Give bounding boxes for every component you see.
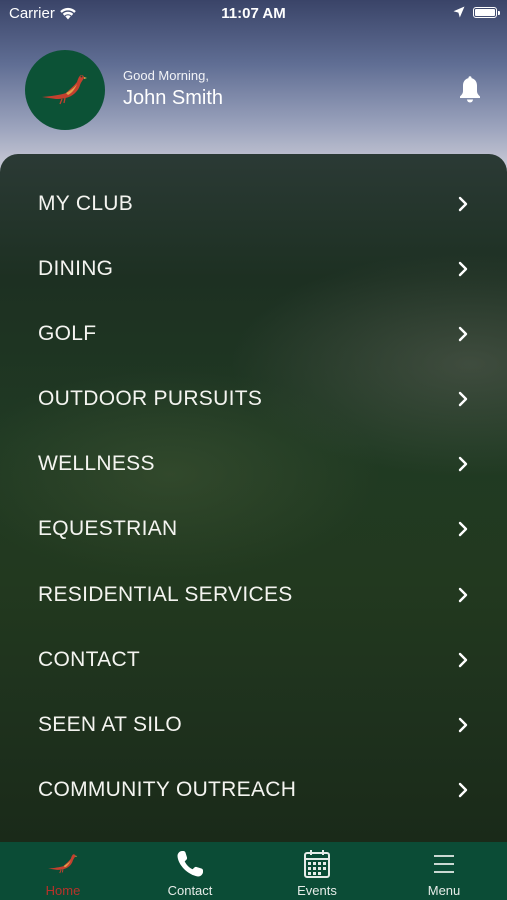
calendar-icon bbox=[304, 850, 330, 878]
menu-panel: MY CLUB DINING GOLF OUTDOOR PURSUITS WEL… bbox=[0, 154, 507, 842]
menu-item-label: MY CLUB bbox=[38, 192, 134, 215]
menu-item-seen-at-silo[interactable]: SEEN AT SILO bbox=[0, 693, 507, 757]
tab-events[interactable]: Events bbox=[254, 842, 380, 900]
location-arrow-icon bbox=[453, 6, 465, 18]
battery-icon bbox=[473, 6, 500, 18]
menu-item-label: RESIDENTIAL SERVICES bbox=[38, 583, 293, 606]
menu-item-community-outreach[interactable]: COMMUNITY OUTREACH bbox=[0, 758, 507, 822]
chevron-right-icon bbox=[458, 261, 468, 277]
menu-item-equestrian[interactable]: EQUESTRIAN bbox=[0, 497, 507, 561]
chevron-right-icon bbox=[458, 587, 468, 603]
menu-item-label: EQUESTRIAN bbox=[38, 517, 178, 540]
chevron-right-icon bbox=[458, 652, 468, 668]
status-right-indicators bbox=[453, 6, 500, 18]
menu-item-outdoor-pursuits[interactable]: OUTDOOR PURSUITS bbox=[0, 367, 507, 431]
pheasant-logo-icon bbox=[42, 75, 87, 105]
chevron-right-icon bbox=[458, 326, 468, 342]
avatar[interactable] bbox=[25, 50, 105, 130]
menu-item-label: GOLF bbox=[38, 322, 97, 345]
tab-events-label: Events bbox=[297, 883, 337, 898]
bell-icon[interactable] bbox=[457, 76, 483, 104]
greeting-text: Good Morning, bbox=[123, 68, 209, 83]
tab-menu[interactable]: Menu bbox=[381, 842, 507, 900]
chevron-right-icon bbox=[458, 717, 468, 733]
hamburger-icon bbox=[434, 855, 454, 873]
chevron-right-icon bbox=[458, 196, 468, 212]
menu-item-label: CONTACT bbox=[38, 648, 141, 671]
menu-item-label: COMMUNITY OUTREACH bbox=[38, 778, 297, 801]
menu-item-residential-services[interactable]: RESIDENTIAL SERVICES bbox=[0, 563, 507, 627]
menu-item-label: SEEN AT SILO bbox=[38, 713, 183, 736]
status-time: 11:07 AM bbox=[221, 5, 286, 22]
menu-item-contact[interactable]: CONTACT bbox=[0, 628, 507, 692]
tab-contact-label: Contact bbox=[167, 883, 213, 898]
menu-item-label: DINING bbox=[38, 257, 114, 280]
tab-home-label: Home bbox=[45, 883, 81, 898]
pheasant-icon bbox=[48, 854, 78, 874]
tab-bar: Home Contact Events Menu bbox=[0, 842, 507, 900]
user-name: John Smith bbox=[123, 87, 224, 109]
chevron-right-icon bbox=[458, 456, 468, 472]
menu-item-my-club[interactable]: MY CLUB bbox=[0, 172, 507, 236]
chevron-right-icon bbox=[458, 391, 468, 407]
tab-contact[interactable]: Contact bbox=[127, 842, 253, 900]
phone-icon bbox=[177, 851, 203, 877]
tab-menu-label: Menu bbox=[427, 883, 461, 898]
status-bar: Carrier 11:07 AM bbox=[0, 0, 507, 30]
tab-home[interactable]: Home bbox=[0, 842, 126, 900]
menu-item-label: OUTDOOR PURSUITS bbox=[38, 387, 263, 410]
chevron-right-icon bbox=[458, 782, 468, 798]
menu-item-golf[interactable]: GOLF bbox=[0, 302, 507, 366]
menu-item-wellness[interactable]: WELLNESS bbox=[0, 432, 507, 496]
menu-item-dining[interactable]: DINING bbox=[0, 237, 507, 301]
header: Good Morning, John Smith bbox=[0, 40, 507, 150]
chevron-right-icon bbox=[458, 521, 468, 537]
menu-item-label: WELLNESS bbox=[38, 452, 155, 475]
